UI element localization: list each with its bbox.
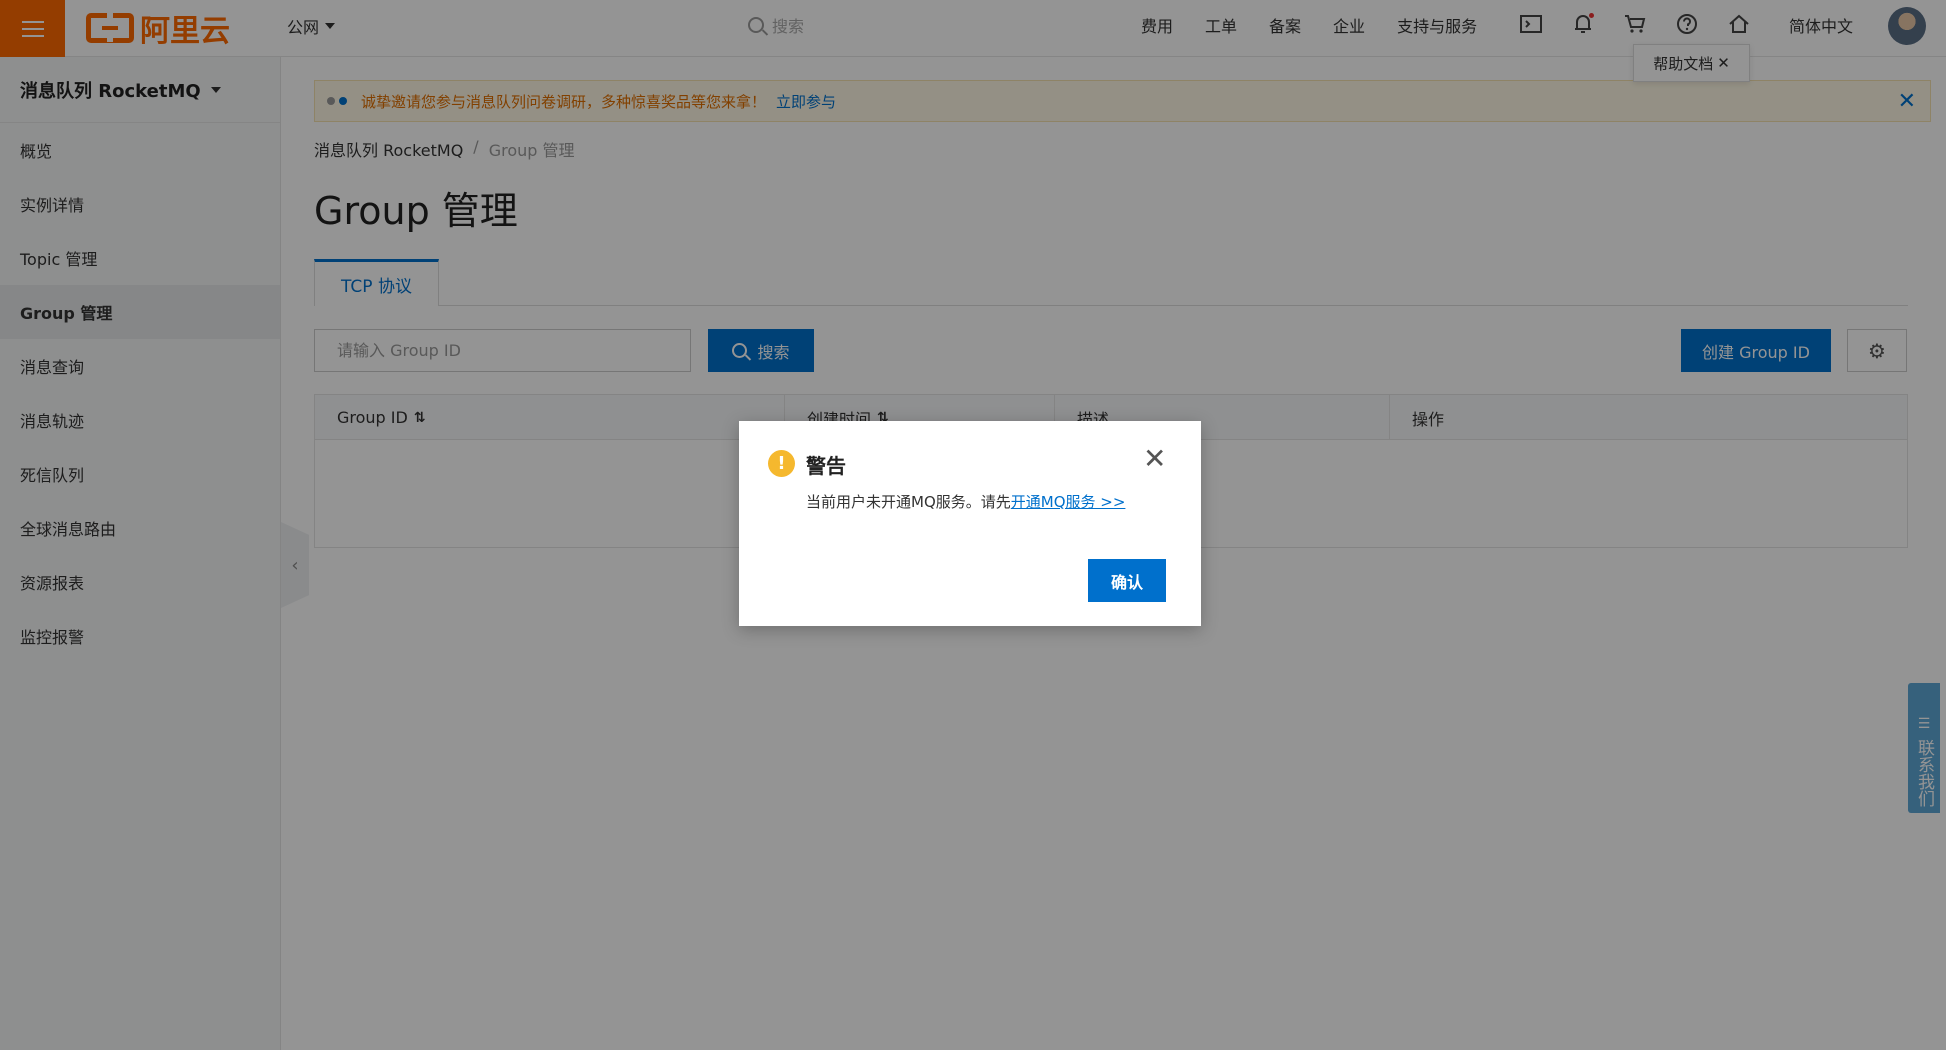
dialog-message-text: 当前用户未开通MQ服务。请先: [806, 493, 1011, 511]
confirm-button[interactable]: 确认: [1088, 559, 1166, 602]
activate-mq-link[interactable]: 开通MQ服务 >>: [1011, 493, 1126, 511]
warning-icon: !: [768, 450, 795, 477]
dialog-title: 警告: [806, 454, 846, 478]
warning-dialog: ! 警告 ✕ 当前用户未开通MQ服务。请先开通MQ服务 >> 确认: [739, 421, 1201, 626]
dialog-message: 当前用户未开通MQ服务。请先开通MQ服务 >>: [806, 491, 1125, 512]
close-icon[interactable]: ✕: [1143, 445, 1166, 473]
